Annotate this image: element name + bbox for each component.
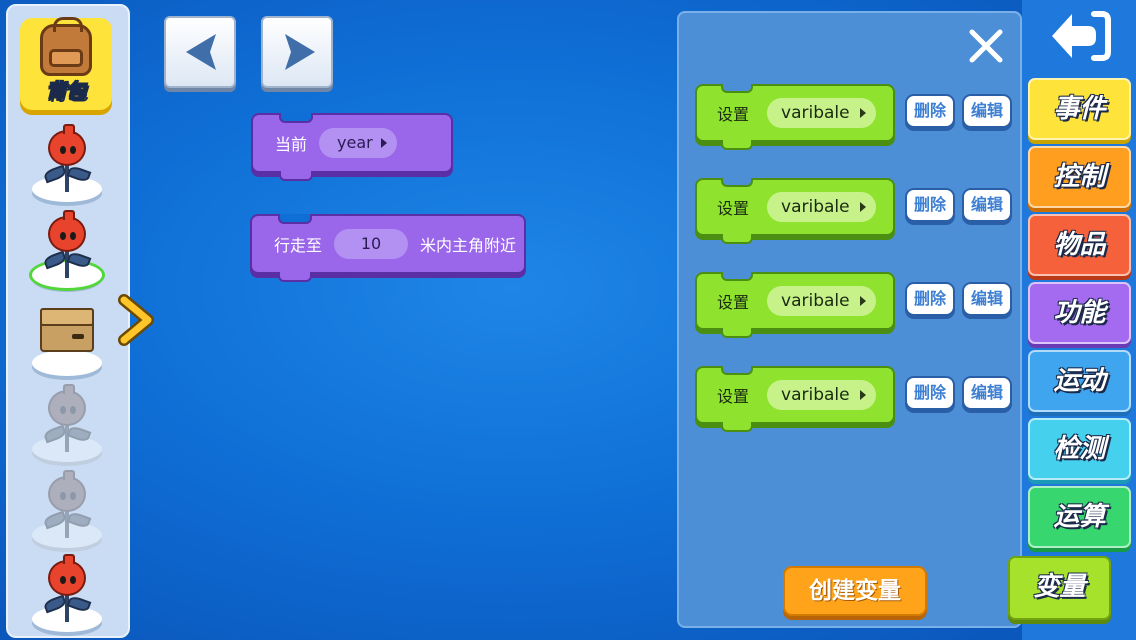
set-label: 设置: [717, 293, 750, 312]
time-unit-dropdown[interactable]: year: [319, 128, 397, 158]
edit-button[interactable]: 编辑: [962, 282, 1012, 316]
sprite-flower-3[interactable]: [28, 384, 104, 462]
set-variable-block[interactable]: 设置 varibale: [695, 366, 895, 432]
category-control[interactable]: 控制: [1028, 146, 1131, 208]
dropdown-arrow-icon: [859, 108, 866, 118]
category-motion[interactable]: 运动: [1028, 350, 1131, 412]
block-suffix: 米内主角附近: [420, 236, 517, 255]
variable-dropdown[interactable]: varibale: [767, 192, 876, 222]
forward-button[interactable]: [261, 16, 333, 88]
sprite-sidebar: 背包: [6, 4, 130, 638]
variable-name: varibale: [781, 291, 850, 311]
dropdown-arrow-icon: [380, 138, 387, 148]
create-variable-button[interactable]: 创建变量: [783, 566, 927, 616]
category-operators[interactable]: 运算: [1028, 486, 1131, 548]
set-variable-block[interactable]: 设置 varibale: [695, 178, 895, 244]
back-button[interactable]: [164, 16, 236, 88]
category-events[interactable]: 事件: [1028, 78, 1131, 140]
sprite-flower-5[interactable]: [28, 554, 104, 632]
edit-button[interactable]: 编辑: [962, 188, 1012, 222]
set-label: 设置: [717, 105, 750, 124]
close-icon[interactable]: [966, 26, 1006, 66]
set-label: 设置: [717, 387, 750, 406]
variable-name: varibale: [781, 197, 850, 217]
delete-button[interactable]: 删除: [905, 376, 955, 410]
backpack-icon: [40, 17, 92, 76]
delete-button[interactable]: 删除: [905, 282, 955, 316]
set-variable-block[interactable]: 设置 varibale: [695, 272, 895, 338]
triangle-right-icon: [285, 34, 315, 70]
sprite-crate[interactable]: [28, 298, 104, 376]
dropdown-value: year: [337, 133, 373, 152]
category-items[interactable]: 物品: [1028, 214, 1131, 276]
delete-button[interactable]: 删除: [905, 188, 955, 222]
variable-name: varibale: [781, 103, 850, 123]
backpack-label: 背包: [46, 79, 87, 104]
return-arrow-icon[interactable]: [1044, 6, 1114, 68]
edit-button[interactable]: 编辑: [962, 94, 1012, 128]
block-label: 当前: [275, 135, 308, 154]
edit-button[interactable]: 编辑: [962, 376, 1012, 410]
set-variable-block[interactable]: 设置 varibale: [695, 84, 895, 150]
dropdown-arrow-icon: [859, 296, 866, 306]
block-prefix: 行走至: [274, 236, 323, 255]
backpack-button[interactable]: 背包: [20, 17, 112, 110]
variable-dropdown[interactable]: varibale: [767, 286, 876, 316]
dropdown-arrow-icon: [859, 202, 866, 212]
category-functions[interactable]: 功能: [1028, 282, 1131, 344]
sprite-flower-2-selected[interactable]: [28, 210, 104, 288]
dropdown-arrow-icon: [859, 390, 866, 400]
walk-to-block[interactable]: 行走至 10 米内主角附近: [250, 214, 526, 282]
category-sensing[interactable]: 检测: [1028, 418, 1131, 480]
variable-name: varibale: [781, 385, 850, 405]
chevron-right-icon[interactable]: [118, 294, 158, 346]
distance-input[interactable]: 10: [334, 229, 409, 259]
variable-dropdown[interactable]: varibale: [767, 98, 876, 128]
sprite-flower-4[interactable]: [28, 470, 104, 548]
set-label: 设置: [717, 199, 750, 218]
delete-button[interactable]: 删除: [905, 94, 955, 128]
sprite-flower-1[interactable]: [28, 124, 104, 202]
variable-dropdown[interactable]: varibale: [767, 380, 876, 410]
current-time-block[interactable]: 当前 year: [251, 113, 453, 181]
triangle-left-icon: [186, 34, 216, 70]
category-variables[interactable]: 变量: [1008, 556, 1111, 620]
